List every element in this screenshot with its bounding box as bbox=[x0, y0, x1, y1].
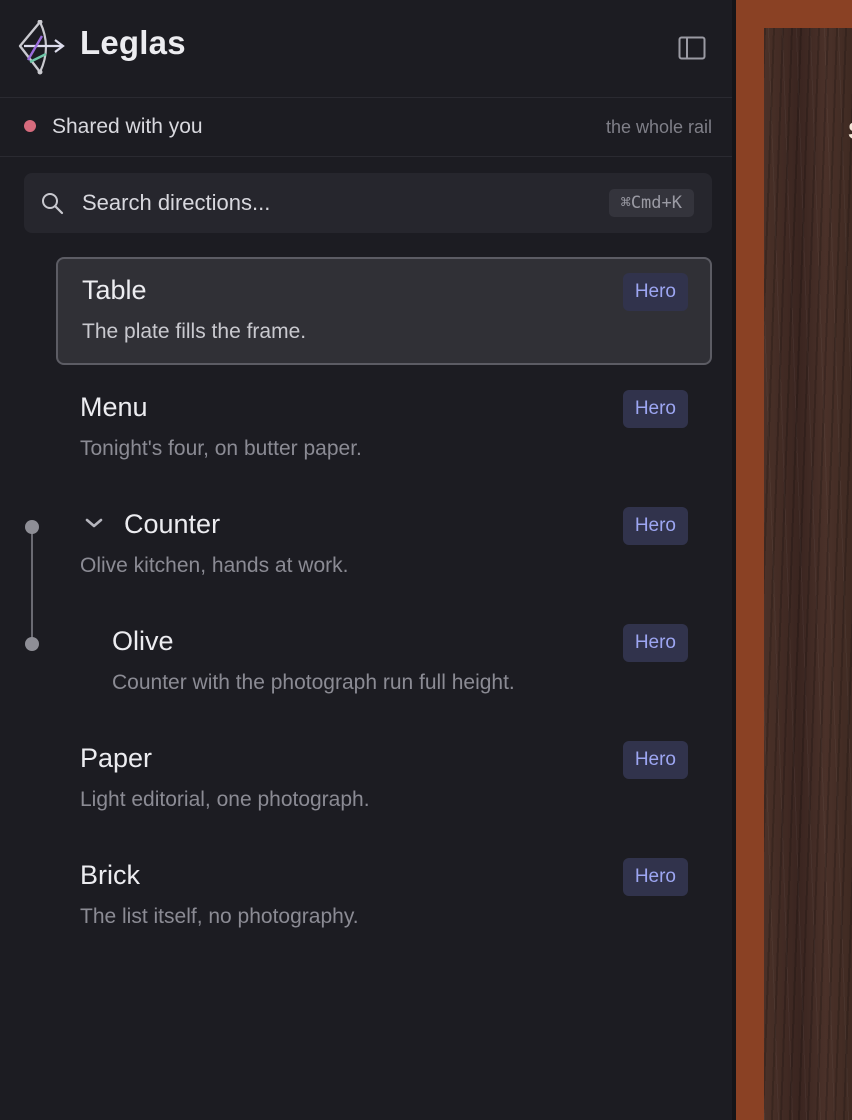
tree-connector-line bbox=[31, 527, 33, 645]
shared-with-you-row[interactable]: Shared with you the whole rail bbox=[0, 98, 732, 157]
sidebar-toggle-icon bbox=[678, 36, 706, 60]
preview-photo bbox=[764, 28, 852, 1120]
list-item-table[interactable]: Table The plate fills the frame. Hero bbox=[56, 257, 712, 365]
list-item-olive[interactable]: Olive Counter with the photograph run fu… bbox=[56, 608, 712, 716]
keyboard-shortcut: ⌘Cmd+K bbox=[608, 189, 694, 217]
list-item-paper[interactable]: Paper Light editorial, one photograph. H… bbox=[56, 725, 712, 833]
search-icon bbox=[42, 193, 64, 215]
item-title: Paper bbox=[80, 743, 153, 773]
sidebar-toggle-button[interactable] bbox=[670, 28, 714, 68]
bow-arrow-logo-icon bbox=[18, 19, 66, 76]
hero-badge: Hero bbox=[622, 858, 688, 896]
list-item-menu[interactable]: Menu Tonight's four, on butter paper. He… bbox=[56, 374, 712, 482]
chevron-down-icon[interactable] bbox=[82, 511, 106, 535]
search-box[interactable]: ⌘Cmd+K bbox=[24, 173, 712, 233]
list-item-brick[interactable]: Brick The list itself, no photography. H… bbox=[56, 842, 712, 950]
item-description: The list itself, no photography. bbox=[80, 905, 359, 928]
hero-badge: Hero bbox=[622, 507, 688, 545]
list-item-counter[interactable]: Counter Olive kitchen, hands at work. He… bbox=[56, 491, 712, 599]
item-title: Brick bbox=[80, 860, 140, 890]
item-title: Olive bbox=[112, 626, 174, 656]
status-dot bbox=[24, 120, 36, 132]
sidebar: Leglas Shared with you the whole rail ⌘C… bbox=[0, 0, 736, 1120]
item-description: Counter with the photograph run full hei… bbox=[112, 671, 515, 694]
item-description: Tonight's four, on butter paper. bbox=[80, 437, 362, 460]
item-title: Counter bbox=[124, 509, 221, 539]
tree-node-dot bbox=[25, 520, 39, 534]
item-title: Menu bbox=[80, 392, 148, 422]
hero-badge: Hero bbox=[622, 273, 688, 311]
hero-badge: Hero bbox=[622, 741, 688, 779]
hero-badge: Hero bbox=[622, 390, 688, 428]
sidebar-header: Leglas bbox=[0, 0, 736, 98]
shared-label: Shared with you bbox=[52, 115, 203, 138]
item-description: Olive kitchen, hands at work. bbox=[80, 554, 349, 577]
item-description: The plate fills the frame. bbox=[82, 320, 307, 343]
app-title: Leglas bbox=[80, 24, 186, 61]
tree-node-dot bbox=[25, 637, 39, 651]
item-title: Table bbox=[82, 275, 147, 305]
shared-scope: the whole rail bbox=[605, 117, 712, 137]
item-description: Light editorial, one photograph. bbox=[80, 788, 370, 811]
search-input[interactable] bbox=[82, 173, 562, 233]
preview-edge-text: S bbox=[848, 118, 852, 146]
hero-badge: Hero bbox=[622, 624, 688, 662]
